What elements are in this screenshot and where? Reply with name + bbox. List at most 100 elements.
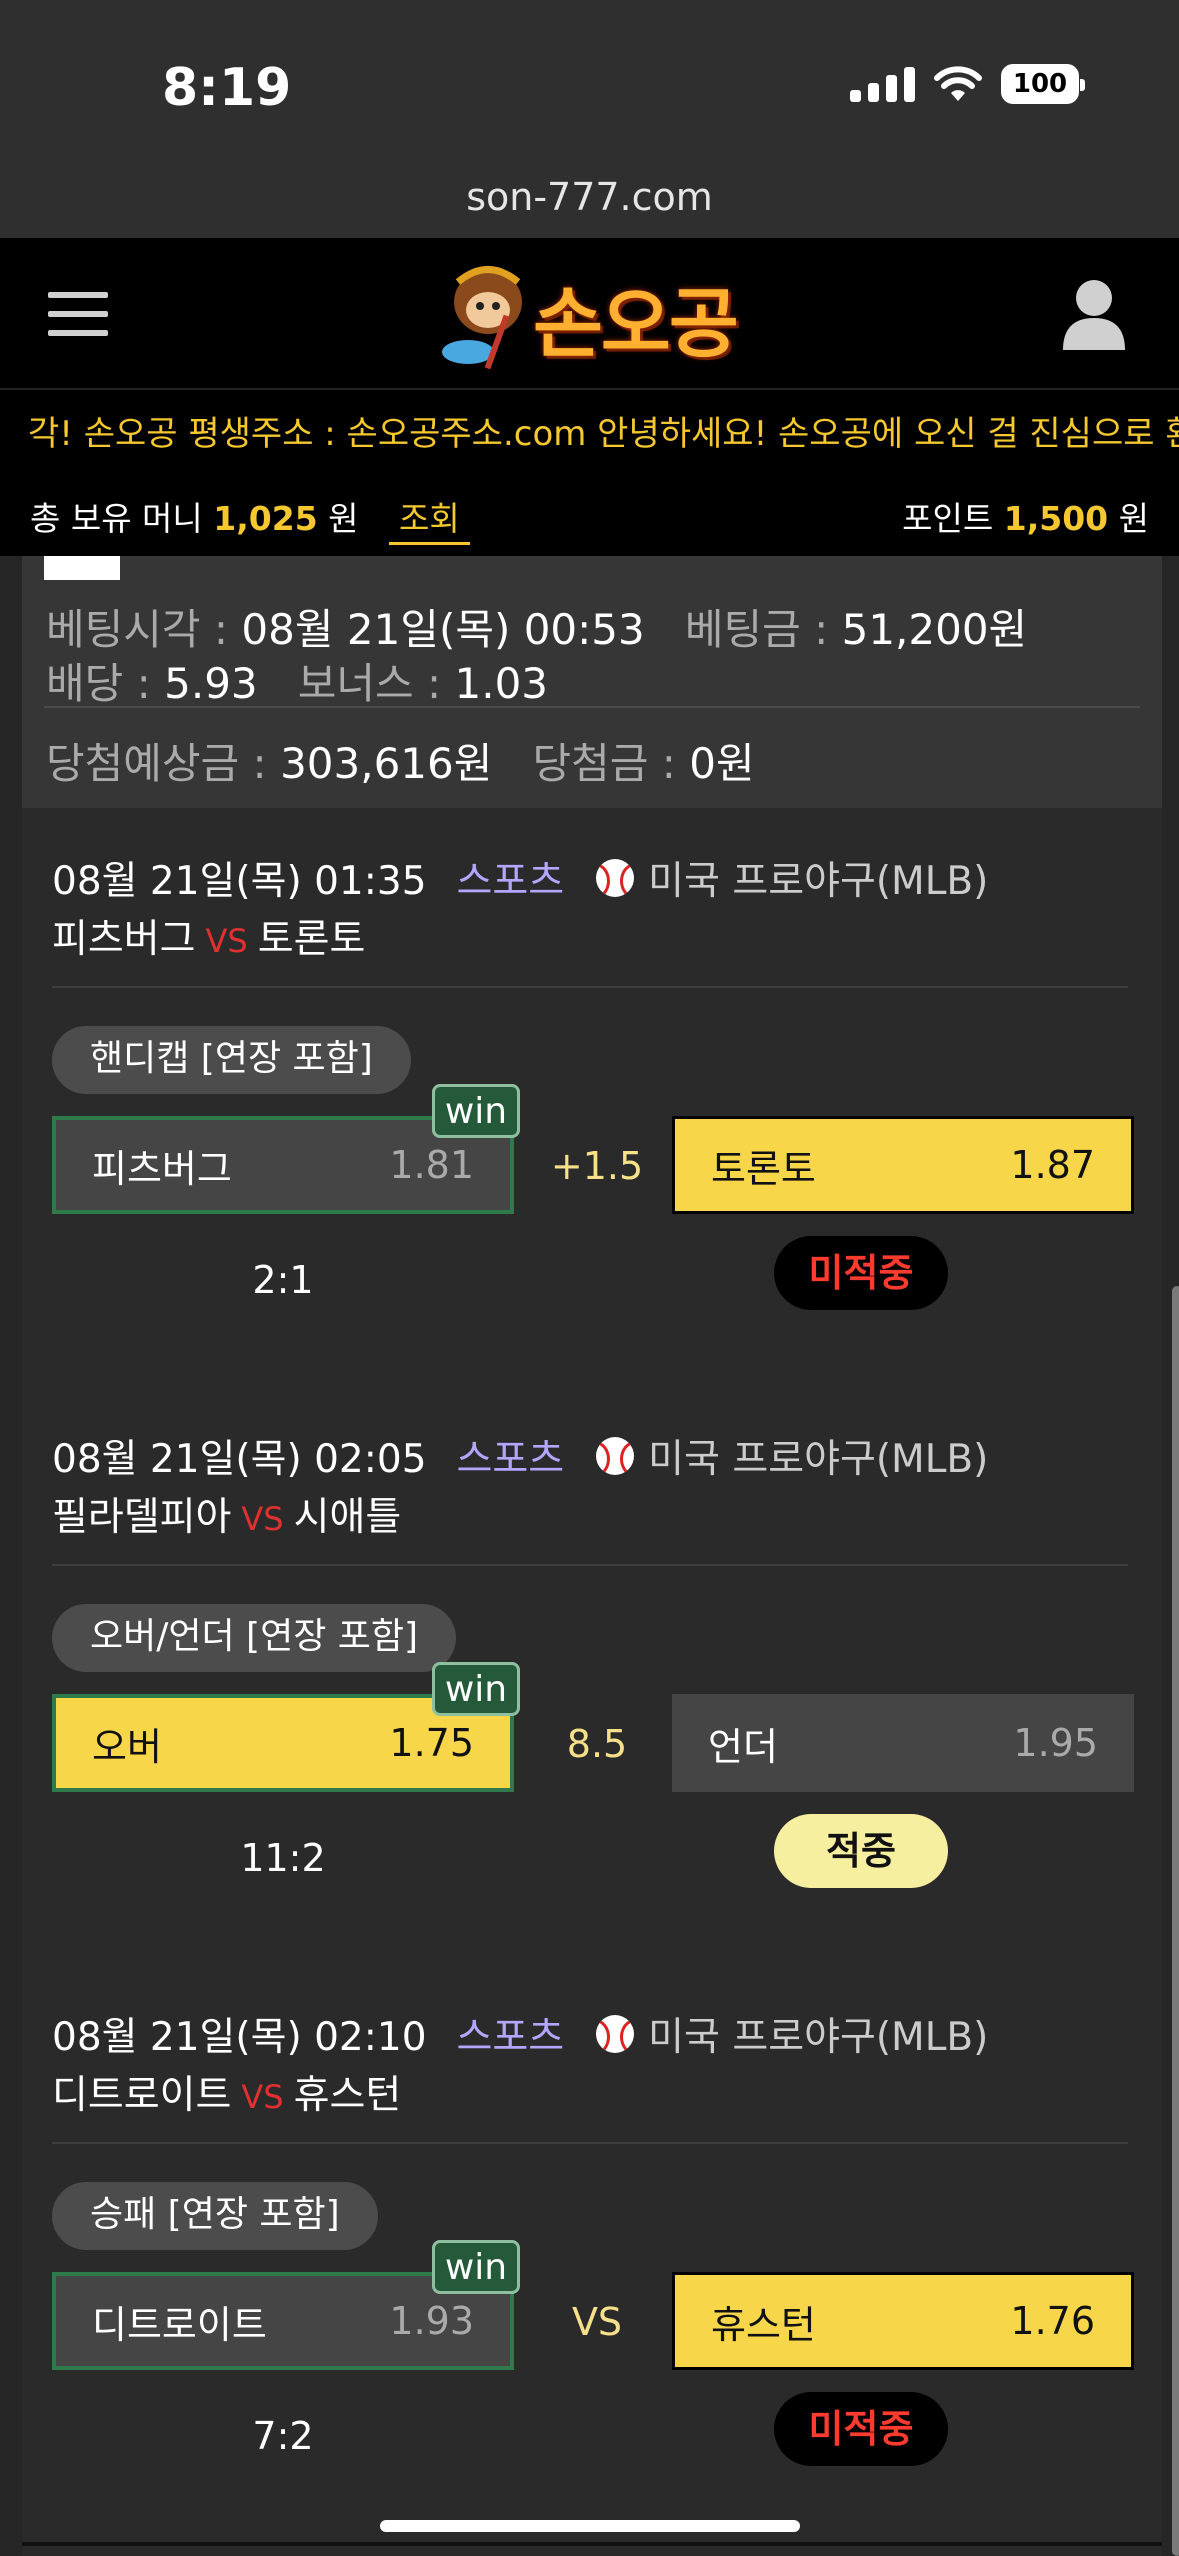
bonus: 1.03	[454, 659, 549, 708]
expected-payout: 303,616원	[280, 739, 493, 788]
pick-left[interactable]: win 디트로이트 1.93	[52, 2240, 520, 2370]
game-datetime: 08월 21일(목) 02:05	[52, 1437, 427, 1482]
marquee-text: 각! 손오공 평생주소 : 손오공주소.com 안녕하세요! 손오공에 오신 걸…	[28, 414, 1179, 454]
home-team: 피츠버그	[52, 917, 196, 962]
pick-right-selected[interactable]: 토론토 1.87	[672, 1116, 1134, 1214]
pick-right-selected[interactable]: 휴스턴 1.76	[672, 2272, 1134, 2370]
pick-left-selected[interactable]: win 오버 1.75	[52, 1662, 520, 1792]
league-name: 미국 프로야구(MLB)	[648, 1437, 989, 1482]
menu-icon[interactable]	[48, 292, 108, 336]
final-score: 2:1	[252, 1258, 314, 1302]
game-card: 08월 21일(목) 02:10 스포츠 미국 프로야구(MLB) 디트로이트 V…	[22, 1964, 1162, 2546]
market-type-badge: 오버/언더 [연장 포함]	[52, 1604, 457, 1672]
vs-label: VS	[241, 2078, 284, 2116]
pick-name: 오버	[92, 1724, 162, 1769]
bet-time-label: 베팅시각 :	[46, 605, 229, 654]
odds-label: 배당 :	[46, 659, 151, 708]
site-header: 손오공	[0, 238, 1179, 388]
baseball-icon	[596, 1437, 635, 1475]
balance-check-button[interactable]: 조회	[389, 499, 470, 545]
home-indicator[interactable]	[380, 2520, 800, 2532]
result-badge: 적중	[774, 1814, 948, 1888]
vs-divider: VS	[571, 2300, 623, 2344]
pick-name: 언더	[708, 1724, 778, 1769]
brand-name: 손오공	[533, 279, 739, 368]
browser-url-bar[interactable]: son-777.com	[0, 170, 1179, 238]
balance-info: 총 보유 머니 1,025 원 조회	[30, 492, 470, 545]
pick-odds: 1.93	[389, 2299, 474, 2343]
game-card: 08월 21일(목) 02:05 스포츠 미국 프로야구(MLB) 필라델피아 V…	[22, 1386, 1162, 1968]
league-name: 미국 프로야구(MLB)	[648, 2015, 989, 2060]
scrollbar[interactable]	[1172, 1286, 1179, 2556]
point-amount: 1,500	[1003, 499, 1109, 538]
league-name: 미국 프로야구(MLB)	[648, 859, 989, 904]
result-badge: 미적중	[774, 1236, 948, 1310]
bet-summary: 베팅시각 : 08월 21일(목) 00:53 베팅금 : 51,200원 배당…	[22, 556, 1162, 808]
monkey-mascot-icon	[442, 266, 522, 370]
pick-right[interactable]: 언더 1.95	[672, 1694, 1134, 1792]
game-meta: 08월 21일(목) 01:35 스포츠 미국 프로야구(MLB)	[52, 850, 988, 906]
status-bar: 8:19 100	[0, 0, 1179, 170]
point-unit: 원	[1118, 499, 1149, 538]
sport-link[interactable]: 스포츠	[457, 1428, 565, 1484]
balance-bar: 총 보유 머니 1,025 원 조회 포인트 1,500 원	[0, 472, 1179, 556]
summary-tab-marker	[44, 556, 120, 580]
away-team: 토론토	[257, 917, 366, 962]
point-info: 포인트 1,500 원	[902, 492, 1149, 540]
win-badge: win	[432, 1084, 520, 1138]
vs-label: VS	[241, 1500, 284, 1538]
battery-icon: 100	[1001, 64, 1085, 104]
balance-label: 총 보유 머니	[30, 499, 203, 538]
baseball-icon	[596, 859, 635, 897]
balance-unit: 원	[328, 499, 359, 538]
bet-time: 08월 21일(목) 00:53	[241, 605, 645, 654]
bet-amount-label: 베팅금 :	[684, 605, 829, 654]
pick-name: 토론토	[711, 1146, 816, 1191]
pick-name: 휴스턴	[711, 2302, 816, 2347]
home-team: 필라델피아	[52, 1495, 232, 1540]
final-score: 11:2	[240, 1836, 326, 1880]
divider	[52, 2142, 1128, 2144]
game-meta: 08월 21일(목) 02:10 스포츠 미국 프로야구(MLB)	[52, 2006, 988, 2062]
pick-left[interactable]: win 피츠버그 1.81	[52, 1084, 520, 1214]
vs-label: VS	[205, 922, 248, 960]
final-score: 7:2	[252, 2414, 314, 2458]
game-datetime: 08월 21일(목) 01:35	[52, 859, 427, 904]
notice-marquee: 각! 손오공 평생주소 : 손오공주소.com 안녕하세요! 손오공에 오신 걸…	[0, 388, 1179, 472]
status-icons: 100	[850, 64, 1085, 104]
matchup: 피츠버그 VS 토론토	[52, 908, 365, 964]
divider	[52, 1564, 1128, 1566]
total-odds: 5.93	[164, 659, 258, 708]
matchup: 디트로이트 VS 휴스턴	[52, 2064, 401, 2120]
point-label: 포인트	[902, 499, 994, 538]
sport-link[interactable]: 스포츠	[457, 850, 565, 906]
pick-odds: 1.87	[1010, 1143, 1095, 1187]
balance-amount: 1,025	[213, 499, 318, 538]
pick-odds: 1.95	[1013, 1721, 1098, 1765]
market-type-badge: 승패 [연장 포함]	[52, 2182, 378, 2250]
sport-link[interactable]: 스포츠	[457, 2006, 565, 2062]
site-logo[interactable]: 손오공	[438, 252, 743, 372]
user-icon[interactable]	[1061, 278, 1127, 350]
baseball-icon	[596, 2015, 635, 2053]
home-team: 디트로이트	[52, 2073, 232, 2118]
game-card: 08월 21일(목) 01:35 스포츠 미국 프로야구(MLB) 피츠버그 VS…	[22, 808, 1162, 1390]
payout-row: 당첨예상금 : 303,616원 당첨금 : 0원	[46, 730, 755, 791]
game-meta: 08월 21일(목) 02:05 스포츠 미국 프로야구(MLB)	[52, 1428, 988, 1484]
won-amount: 0원	[689, 739, 755, 788]
bet-time-row: 베팅시각 : 08월 21일(목) 00:53 베팅금 : 51,200원	[46, 596, 1027, 657]
win-badge: win	[432, 1662, 520, 1716]
expected-payout-label: 당첨예상금 :	[46, 739, 267, 788]
handicap-value: +1.5	[550, 1144, 644, 1188]
total-line-value: 8.5	[566, 1722, 628, 1766]
win-badge: win	[432, 2240, 520, 2294]
pick-name: 피츠버그	[92, 1146, 232, 1191]
pick-odds: 1.75	[389, 1721, 474, 1765]
won-amount-label: 당첨금 :	[532, 739, 676, 788]
away-team: 휴스턴	[293, 2073, 402, 2118]
bet-history: 베팅시각 : 08월 21일(목) 00:53 베팅금 : 51,200원 배당…	[22, 556, 1179, 2556]
bet-amount: 51,200원	[841, 605, 1028, 654]
odds-row: 배당 : 5.93 보너스 : 1.03	[46, 650, 548, 711]
matchup: 필라델피아 VS 시애틀	[52, 1486, 401, 1542]
pick-odds: 1.76	[1010, 2299, 1095, 2343]
